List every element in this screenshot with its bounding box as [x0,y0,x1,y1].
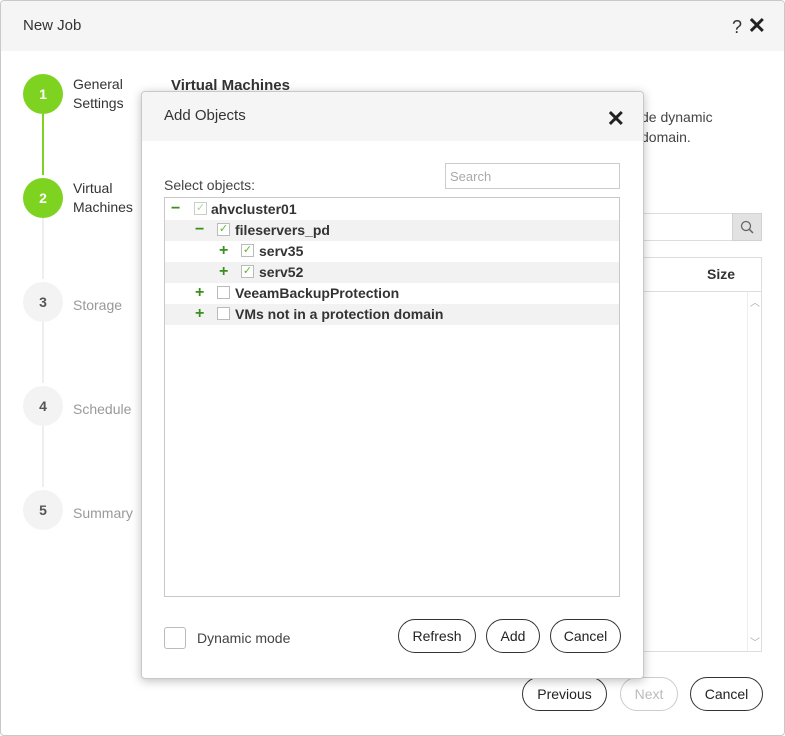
select-objects-label: Select objects: [164,177,256,193]
tree-node-label: serv52 [259,264,304,280]
tree-node-serv35[interactable]: + ✓ serv35 [165,241,619,262]
checkbox[interactable]: ✓ [241,265,254,278]
page-description: de dynamic [641,109,713,125]
dynamic-mode-checkbox[interactable] [164,627,186,649]
scroll-down-icon[interactable]: ﹀ [750,634,760,649]
dialog-header: Add Objects ✕ [142,92,643,141]
step-number: 5 [23,490,63,530]
tree-node-fileservers-pd[interactable]: − ✓ fileservers_pd [165,220,619,241]
collapse-icon[interactable]: − [171,200,180,218]
dialog-cancel-button[interactable]: Cancel [550,619,621,653]
dynamic-mode-label: Dynamic mode [197,630,291,646]
step-number: 4 [23,386,63,426]
tree-node-label: VMs not in a protection domain [235,306,444,322]
tree-node-label: ahvcluster01 [211,201,297,217]
tree-node-label: VeeamBackupProtection [235,285,400,301]
tree-node-label: fileservers_pd [235,222,330,238]
tree-node-vms-not-in-protection-domain[interactable]: + VMs not in a protection domain [165,304,619,325]
column-header-size[interactable]: Size [707,266,735,282]
tree-node-ahvcluster01[interactable]: − ✓ ahvcluster01 [165,199,619,220]
window-title: New Job [23,17,82,34]
step-connector [42,322,44,383]
step-number: 2 [23,178,63,218]
add-button[interactable]: Add [486,619,540,653]
page-description: domain. [641,129,691,145]
cancel-button[interactable]: Cancel [690,677,763,711]
previous-button[interactable]: Previous [522,677,607,711]
vm-table [641,257,762,652]
close-icon[interactable]: ✕ [748,13,766,39]
search-button[interactable] [732,213,762,241]
expand-icon[interactable]: + [195,284,204,302]
search-input[interactable] [445,163,620,189]
tree-node-label: serv35 [259,243,304,259]
step-connector [42,426,44,487]
table-scrollbar[interactable]: ︿ ﹀ [747,292,762,651]
step-connector [42,218,44,279]
tree-node-serv52[interactable]: + ✓ serv52 [165,262,619,283]
dialog-title: Add Objects [164,107,246,124]
step-number: 1 [23,74,63,114]
refresh-button[interactable]: Refresh [398,619,476,653]
checkbox[interactable]: ✓ [194,202,207,215]
vm-search-input[interactable] [641,213,732,241]
scroll-up-icon[interactable]: ︿ [750,294,760,309]
window-header: New Job ? ✕ [1,1,784,51]
checkbox[interactable] [217,307,230,320]
help-icon[interactable]: ? [732,17,742,38]
expand-icon[interactable]: + [195,305,204,323]
checkbox[interactable]: ✓ [217,223,230,236]
step-number: 3 [23,282,63,322]
checkbox[interactable]: ✓ [241,244,254,257]
close-icon[interactable]: ✕ [607,106,625,132]
expand-icon[interactable]: + [219,242,228,260]
step-connector [42,114,44,175]
add-objects-dialog: Add Objects ✕ Select objects: − ✓ ahvclu… [141,91,644,679]
collapse-icon[interactable]: − [195,221,204,239]
checkbox[interactable] [217,286,230,299]
search-icon [740,220,754,234]
divider [641,291,762,292]
tree-node-veeambackupprotection[interactable]: + VeeamBackupProtection [165,283,619,304]
object-tree: − ✓ ahvcluster01 − ✓ fileservers_pd + ✓ … [164,197,620,597]
next-button[interactable]: Next [620,677,678,711]
expand-icon[interactable]: + [219,263,228,281]
